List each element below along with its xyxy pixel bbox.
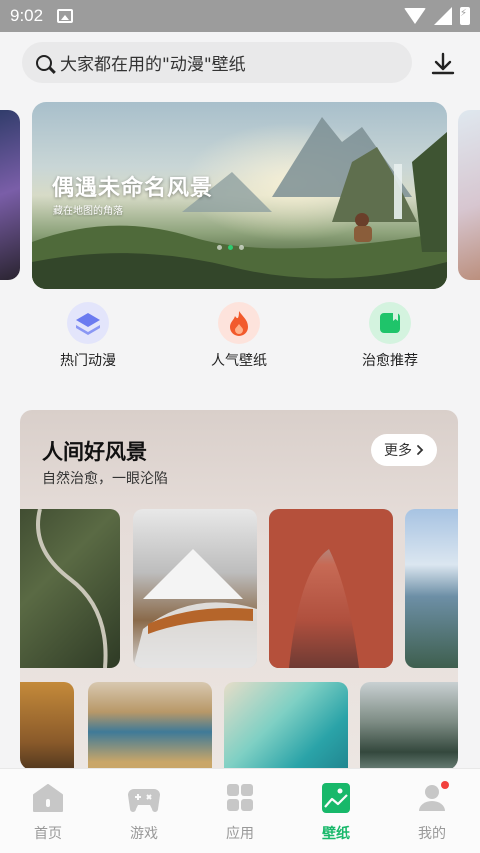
chevron-right-icon bbox=[417, 445, 424, 455]
status-time: 9:02 bbox=[10, 6, 44, 25]
banner-subtitle: 藏在地图的角落 bbox=[53, 206, 123, 217]
signal-icon bbox=[434, 7, 452, 25]
nav-profile[interactable]: 我的 bbox=[397, 781, 467, 843]
banner-next-preview[interactable] bbox=[458, 110, 480, 280]
section-scenery: 人间好风景 自然治愈，一眼沦陷 更多 bbox=[20, 410, 458, 770]
wallpaper-thumbnail[interactable] bbox=[269, 509, 393, 668]
download-icon[interactable] bbox=[430, 52, 456, 76]
wallpaper-thumbnail[interactable] bbox=[405, 509, 458, 668]
nav-games[interactable]: 游戏 bbox=[109, 783, 179, 843]
apps-grid-icon bbox=[227, 784, 253, 811]
search-bar[interactable]: 大家都在用的"动漫"壁纸 bbox=[22, 42, 412, 83]
notification-badge bbox=[441, 781, 449, 789]
banner-prev-preview[interactable] bbox=[0, 110, 20, 280]
bookmark-icon bbox=[369, 302, 411, 344]
wallpaper-thumbnail[interactable] bbox=[20, 509, 120, 668]
category-popular-wallpaper[interactable]: 人气壁纸 bbox=[199, 302, 279, 370]
more-button[interactable]: 更多 bbox=[371, 434, 437, 466]
category-label: 热门动漫 bbox=[60, 353, 116, 369]
gallery-notification-icon bbox=[57, 9, 74, 23]
flame-icon bbox=[218, 302, 260, 344]
nav-wallpaper[interactable]: 壁纸 bbox=[301, 783, 371, 843]
wallpaper-thumbnail[interactable] bbox=[20, 682, 74, 770]
nav-label: 壁纸 bbox=[322, 826, 350, 842]
layers-icon bbox=[67, 302, 109, 344]
section-title: 人间好风景 bbox=[42, 440, 147, 464]
carousel-dot bbox=[217, 245, 222, 250]
carousel-indicator bbox=[217, 245, 244, 250]
wifi-icon bbox=[404, 8, 426, 24]
section-subtitle: 自然治愈，一眼沦陷 bbox=[42, 471, 168, 487]
wallpaper-thumbnail[interactable] bbox=[224, 682, 348, 770]
carousel-dot bbox=[239, 245, 244, 250]
wallpaper-thumbnail[interactable] bbox=[360, 682, 458, 770]
battery-icon bbox=[460, 7, 470, 25]
search-icon bbox=[36, 54, 52, 71]
category-label: 治愈推荐 bbox=[362, 353, 418, 369]
nav-apps[interactable]: 应用 bbox=[205, 783, 275, 843]
nav-label: 首页 bbox=[34, 826, 62, 842]
nav-home[interactable]: 首页 bbox=[13, 783, 83, 843]
gamepad-icon bbox=[128, 789, 160, 812]
nav-label: 我的 bbox=[418, 826, 446, 842]
bottom-nav: 首页 游戏 应用 壁纸 我的 bbox=[0, 768, 480, 853]
wallpaper-icon bbox=[322, 783, 350, 813]
nav-label: 应用 bbox=[226, 826, 254, 842]
status-bar: 9:02 bbox=[0, 0, 480, 32]
category-healing-picks[interactable]: 治愈推荐 bbox=[350, 302, 430, 370]
wallpaper-thumbnail[interactable] bbox=[133, 509, 257, 668]
carousel-dot-active bbox=[228, 245, 233, 250]
more-label: 更多 bbox=[384, 443, 412, 459]
category-hot-anime[interactable]: 热门动漫 bbox=[48, 302, 128, 370]
banner-title: 偶遇未命名风景 bbox=[52, 176, 214, 201]
banner-carousel[interactable]: 偶遇未命名风景 藏在地图的角落 bbox=[32, 102, 447, 289]
nav-label: 游戏 bbox=[130, 826, 158, 842]
home-icon bbox=[33, 784, 63, 812]
wallpaper-thumbnail[interactable] bbox=[88, 682, 212, 770]
category-label: 人气壁纸 bbox=[211, 353, 267, 369]
search-placeholder: 大家都在用的"动漫"壁纸 bbox=[60, 55, 246, 75]
